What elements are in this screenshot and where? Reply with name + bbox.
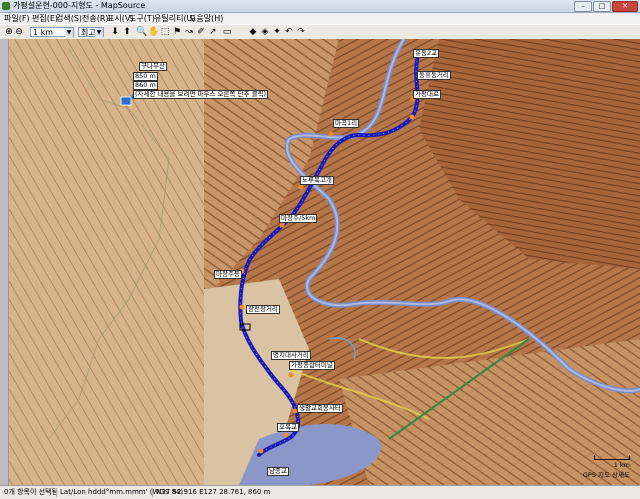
maximize-button[interactable]: □ [593, 1, 611, 12]
summit-flag-icon[interactable] [120, 96, 132, 106]
terrain-left-shade [9, 39, 204, 485]
map-detail-select[interactable]: 최고 ▼ [78, 27, 104, 38]
status-separator [56, 488, 57, 497]
scale-bar [594, 455, 630, 460]
map-detail-strip [0, 39, 9, 485]
selection-tool-icon[interactable]: ⬚ [160, 27, 170, 37]
route-tool-icon[interactable]: ↝ [184, 27, 194, 37]
pointer-tool-icon[interactable]: ➚ [208, 27, 218, 37]
menu-help[interactable]: 도움말(H) [189, 13, 223, 24]
map-label[interactable]: 유동2교 [413, 49, 440, 58]
status-separator [152, 488, 153, 497]
waypoint-marker[interactable] [279, 222, 285, 228]
status-selection: 0개 항목이 선택됨 [4, 488, 58, 496]
zoom-in-icon[interactable]: ⊕ [4, 27, 14, 37]
map-product-2-icon[interactable]: ◈ [260, 27, 270, 37]
waypoint-marker[interactable] [239, 304, 245, 310]
waypoint-marker[interactable] [288, 372, 294, 378]
map-label[interactable]: 동휴동거리 [417, 71, 451, 80]
summit-hint: (자세한 내용을 보려면 마우스 오른쪽 단추 클릭) [133, 90, 269, 99]
summit-name: 구나무산 [139, 62, 167, 71]
menu-search[interactable]: 검색(S) [56, 13, 82, 24]
map-label[interactable]: 노루목고개 [300, 176, 334, 185]
zoom-tool-icon[interactable]: 🔍 [136, 27, 147, 37]
summit-elevation-1: 850 m [133, 72, 158, 81]
window-title: 가평설운현-000-지형도 - MapSource [13, 1, 146, 10]
measure-tool-icon[interactable]: ▭ [222, 27, 232, 37]
map-label[interactable]: 가평대로 [413, 90, 441, 99]
menu-transfer[interactable]: 전송(R) [82, 13, 109, 24]
waypoint-marker[interactable] [258, 448, 264, 454]
toolbar: ⊕ ⊖ 1 km ▼ 최고 ▼ ⬇ ⬆ 🔍 ✋ ⬚ ⚑ ↝ ✐ ➚ ▭ ◆ ◈ ✦ … [0, 24, 640, 40]
map-label[interactable]: 마곡1리 [333, 119, 360, 128]
waypoint-marker[interactable] [283, 432, 289, 438]
status-bar: 0개 항목이 선택됨 Lat/Lon hddd°mm.mmm' (WGS 84)… [0, 485, 640, 499]
map-label[interactable]: 마장주등 [214, 270, 242, 279]
map-tool-icon[interactable]: ✦ [272, 27, 282, 37]
waypoint-tool-icon[interactable]: ⚑ [172, 27, 182, 37]
map-view[interactable]: 구나무산 850 m 860 m (자세한 내용을 보려면 마우스 오른쪽 단추… [9, 39, 640, 485]
send-to-device-icon[interactable]: ⬆ [122, 27, 132, 37]
map-product-icon[interactable]: ◆ [248, 27, 258, 37]
zoom-level-select[interactable]: 1 km ▼ [30, 27, 74, 38]
track-tool-icon[interactable]: ✐ [196, 27, 206, 37]
map-label[interactable]: 마장주/5km [279, 214, 318, 223]
app-icon [2, 2, 10, 10]
map-scale: 1 km GPS 지도 상세도 [582, 455, 630, 479]
menu-edit[interactable]: 편집(E) [32, 13, 58, 24]
map-label[interactable]: 오목교 [277, 423, 299, 432]
undo-icon[interactable]: ↶ [284, 27, 294, 37]
waypoint-marker[interactable] [409, 114, 415, 120]
map-frame: 구나무산 850 m 860 m (자세한 내용을 보려면 마우스 오른쪽 단추… [0, 39, 640, 485]
waypoint-marker[interactable] [328, 131, 334, 137]
menu-tools[interactable]: 도구(T) [129, 13, 155, 24]
scale-label: 1 km [613, 461, 630, 469]
zoom-out-icon[interactable]: ⊖ [14, 27, 24, 37]
menu-file[interactable]: 파일(F) [4, 13, 30, 24]
status-position: N37 52.916 E127 28.761, 860 m [156, 488, 271, 496]
map-label[interactable]: 생활교회봉사터 [297, 404, 343, 413]
close-button[interactable]: ✕ [612, 1, 638, 12]
map-label[interactable]: 가평종합터미널 [289, 361, 335, 370]
map-label[interactable]: 장전장거리 [246, 305, 280, 314]
map-canvas[interactable] [9, 39, 640, 485]
receive-from-device-icon[interactable]: ⬇ [110, 27, 120, 37]
minimize-button[interactable]: – [574, 1, 592, 12]
summit-elevation-2: 860 m [133, 81, 158, 90]
redo-icon[interactable]: ↷ [296, 27, 306, 37]
menu-bar: 파일(F) 편집(E) 검색(S) 전송(R) 표시(V) 도구(T) 유틸리티… [0, 13, 640, 24]
map-label[interactable]: 남종교 [267, 467, 289, 476]
title-bar: 가평설운현-000-지형도 - MapSource – □ ✕ [0, 0, 640, 13]
waypoint-marker[interactable] [298, 184, 304, 190]
hand-tool-icon[interactable]: ✋ [148, 27, 159, 37]
scale-caption: GPS 지도 상세도 [582, 471, 630, 479]
map-label[interactable]: 명지대사거리 [271, 351, 311, 360]
